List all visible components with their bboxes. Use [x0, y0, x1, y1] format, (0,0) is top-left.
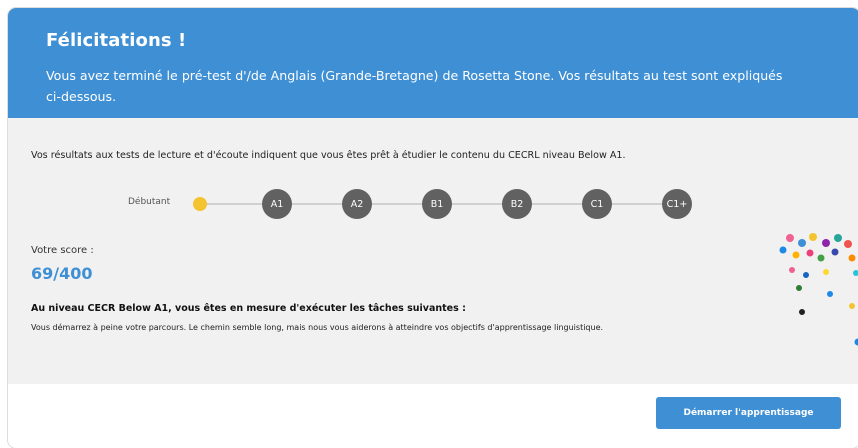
- level-c1-plus: C1+: [662, 189, 692, 219]
- level-a1: A1: [262, 189, 292, 219]
- current-level-dot: [193, 197, 207, 211]
- level-b2: B2: [502, 189, 532, 219]
- level-tasks-description: Vous démarrez à peine votre parcours. Le…: [31, 323, 603, 332]
- beginner-label: Débutant: [128, 197, 170, 207]
- level-a2: A2: [342, 189, 372, 219]
- results-dialog: Félicitations ! Vous avez terminé le pré…: [8, 8, 858, 448]
- level-c1: C1: [582, 189, 612, 219]
- page-title: Félicitations !: [46, 30, 822, 51]
- score-value: 69/400: [31, 264, 93, 283]
- confetti-icon: [768, 228, 858, 348]
- results-summary: Vos résultats aux tests de lecture et d'…: [31, 150, 626, 161]
- score-label: Votre score :: [31, 245, 94, 256]
- cefr-level-scale: Débutant A1 A2 B1 B2 C1 C1+: [8, 189, 708, 219]
- completion-message: Vous avez terminé le pré-test d'/de Angl…: [46, 65, 791, 107]
- start-learning-button[interactable]: Démarrer l'apprentissage: [656, 397, 841, 429]
- congratulations-banner: Félicitations ! Vous avez terminé le pré…: [8, 8, 858, 118]
- level-b1: B1: [422, 189, 452, 219]
- results-panel: Vos résultats aux tests de lecture et d'…: [8, 118, 858, 384]
- level-tasks-title: Au niveau CECR Below A1, vous êtes en me…: [31, 303, 466, 314]
